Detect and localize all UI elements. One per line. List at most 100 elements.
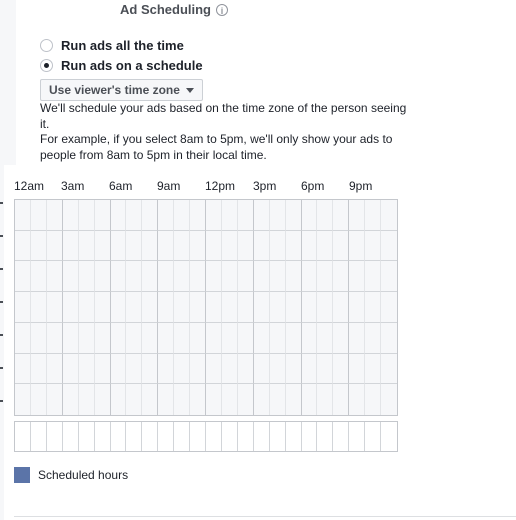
schedule-cell[interactable]	[333, 200, 350, 231]
schedule-cell[interactable]	[333, 230, 350, 262]
schedule-cell[interactable]	[253, 353, 270, 385]
schedule-cell[interactable]	[349, 261, 366, 293]
schedule-cell[interactable]	[269, 200, 286, 231]
schedule-cell[interactable]	[301, 200, 318, 231]
schedule-cell[interactable]	[174, 292, 191, 323]
schedule-cell[interactable]	[349, 384, 366, 415]
schedule-cell[interactable]	[126, 230, 143, 262]
run-on-schedule-label[interactable]: Run ads on a schedule	[61, 58, 203, 73]
schedule-cell[interactable]	[206, 200, 222, 231]
schedule-cell[interactable]	[190, 261, 206, 293]
schedule-cell[interactable]	[237, 322, 254, 354]
schedule-cell[interactable]	[365, 292, 382, 323]
schedule-cell[interactable]	[62, 230, 79, 262]
schedule-cell[interactable]	[381, 384, 397, 415]
schedule-cell[interactable]	[253, 200, 270, 231]
schedule-cell[interactable]	[30, 353, 47, 385]
schedule-cell[interactable]	[190, 353, 206, 385]
schedule-cell[interactable]	[365, 230, 382, 262]
schedule-cell[interactable]	[94, 292, 111, 323]
all-days-cell[interactable]	[238, 422, 254, 451]
schedule-cell[interactable]	[253, 230, 270, 262]
schedule-cell[interactable]	[142, 322, 159, 354]
schedule-cell[interactable]	[285, 261, 302, 293]
all-days-row[interactable]	[14, 421, 398, 452]
schedule-cell[interactable]	[285, 322, 302, 354]
schedule-cell[interactable]	[158, 292, 175, 323]
schedule-cell[interactable]	[158, 230, 175, 262]
all-days-cell[interactable]	[206, 422, 222, 451]
schedule-cell[interactable]	[158, 384, 175, 415]
schedule-cell[interactable]	[62, 353, 79, 385]
schedule-cell[interactable]	[365, 261, 382, 293]
schedule-cell[interactable]	[221, 200, 238, 231]
all-days-cell[interactable]	[47, 422, 63, 451]
all-days-cell[interactable]	[126, 422, 143, 451]
schedule-cell[interactable]	[317, 384, 334, 415]
all-days-cell[interactable]	[286, 422, 302, 451]
run-all-time-option[interactable]: Run ads all the time	[40, 38, 184, 53]
schedule-cell[interactable]	[126, 200, 143, 231]
schedule-cell[interactable]	[46, 230, 63, 262]
all-days-cell[interactable]	[365, 422, 382, 451]
schedule-cell[interactable]	[206, 292, 222, 323]
all-days-cell[interactable]	[254, 422, 270, 451]
schedule-cell[interactable]	[174, 261, 191, 293]
all-days-cell[interactable]	[31, 422, 47, 451]
schedule-cell[interactable]	[126, 261, 143, 293]
schedule-cell[interactable]	[174, 200, 191, 231]
schedule-cell[interactable]	[237, 353, 254, 385]
schedule-cell[interactable]	[94, 230, 111, 262]
all-days-cell[interactable]	[174, 422, 191, 451]
schedule-cell[interactable]	[110, 292, 127, 323]
schedule-cell[interactable]	[190, 230, 206, 262]
schedule-cell[interactable]	[142, 261, 159, 293]
schedule-cell[interactable]	[270, 384, 286, 415]
schedule-cell[interactable]	[349, 292, 366, 323]
schedule-cell[interactable]	[46, 322, 63, 354]
schedule-cell[interactable]	[190, 200, 206, 231]
all-days-cell[interactable]	[381, 422, 397, 451]
schedule-grid[interactable]	[14, 199, 398, 416]
schedule-cell[interactable]	[15, 292, 31, 323]
schedule-cell[interactable]	[349, 322, 366, 354]
schedule-cell[interactable]	[317, 261, 334, 293]
schedule-cell[interactable]	[269, 353, 286, 385]
schedule-cell[interactable]	[237, 230, 254, 262]
schedule-cell[interactable]	[62, 200, 79, 231]
schedule-cell[interactable]	[285, 230, 302, 262]
all-days-cell[interactable]	[79, 422, 95, 451]
schedule-cell[interactable]	[78, 230, 95, 262]
schedule-cell[interactable]	[46, 292, 63, 323]
schedule-cell[interactable]	[126, 384, 143, 415]
schedule-cell[interactable]	[238, 384, 254, 415]
schedule-cell[interactable]	[111, 384, 127, 415]
schedule-cell[interactable]	[206, 384, 222, 415]
schedule-cell[interactable]	[46, 261, 63, 293]
schedule-cell[interactable]	[333, 384, 350, 415]
schedule-cell[interactable]	[301, 292, 318, 323]
all-days-cell[interactable]	[190, 422, 206, 451]
schedule-cell[interactable]	[110, 230, 127, 262]
schedule-cell[interactable]	[190, 322, 206, 354]
schedule-cell[interactable]	[269, 322, 286, 354]
all-days-cell[interactable]	[142, 422, 159, 451]
schedule-cell[interactable]	[174, 353, 191, 385]
schedule-cell[interactable]	[30, 292, 47, 323]
schedule-cell[interactable]	[158, 261, 175, 293]
timezone-dropdown[interactable]: Use viewer's time zone	[40, 79, 203, 101]
schedule-cell[interactable]	[285, 292, 302, 323]
schedule-cell[interactable]	[206, 261, 222, 293]
schedule-cell[interactable]	[63, 384, 79, 415]
schedule-cell[interactable]	[126, 292, 143, 323]
schedule-cell[interactable]	[158, 200, 175, 231]
schedule-cell[interactable]	[110, 200, 127, 231]
schedule-cell[interactable]	[381, 200, 397, 231]
schedule-cell[interactable]	[94, 261, 111, 293]
run-on-schedule-option[interactable]: Run ads on a schedule	[40, 58, 203, 73]
all-days-cell[interactable]	[222, 422, 238, 451]
schedule-cell[interactable]	[174, 322, 191, 354]
all-days-cell[interactable]	[63, 422, 79, 451]
schedule-cell[interactable]	[78, 353, 95, 385]
schedule-cell[interactable]	[253, 261, 270, 293]
